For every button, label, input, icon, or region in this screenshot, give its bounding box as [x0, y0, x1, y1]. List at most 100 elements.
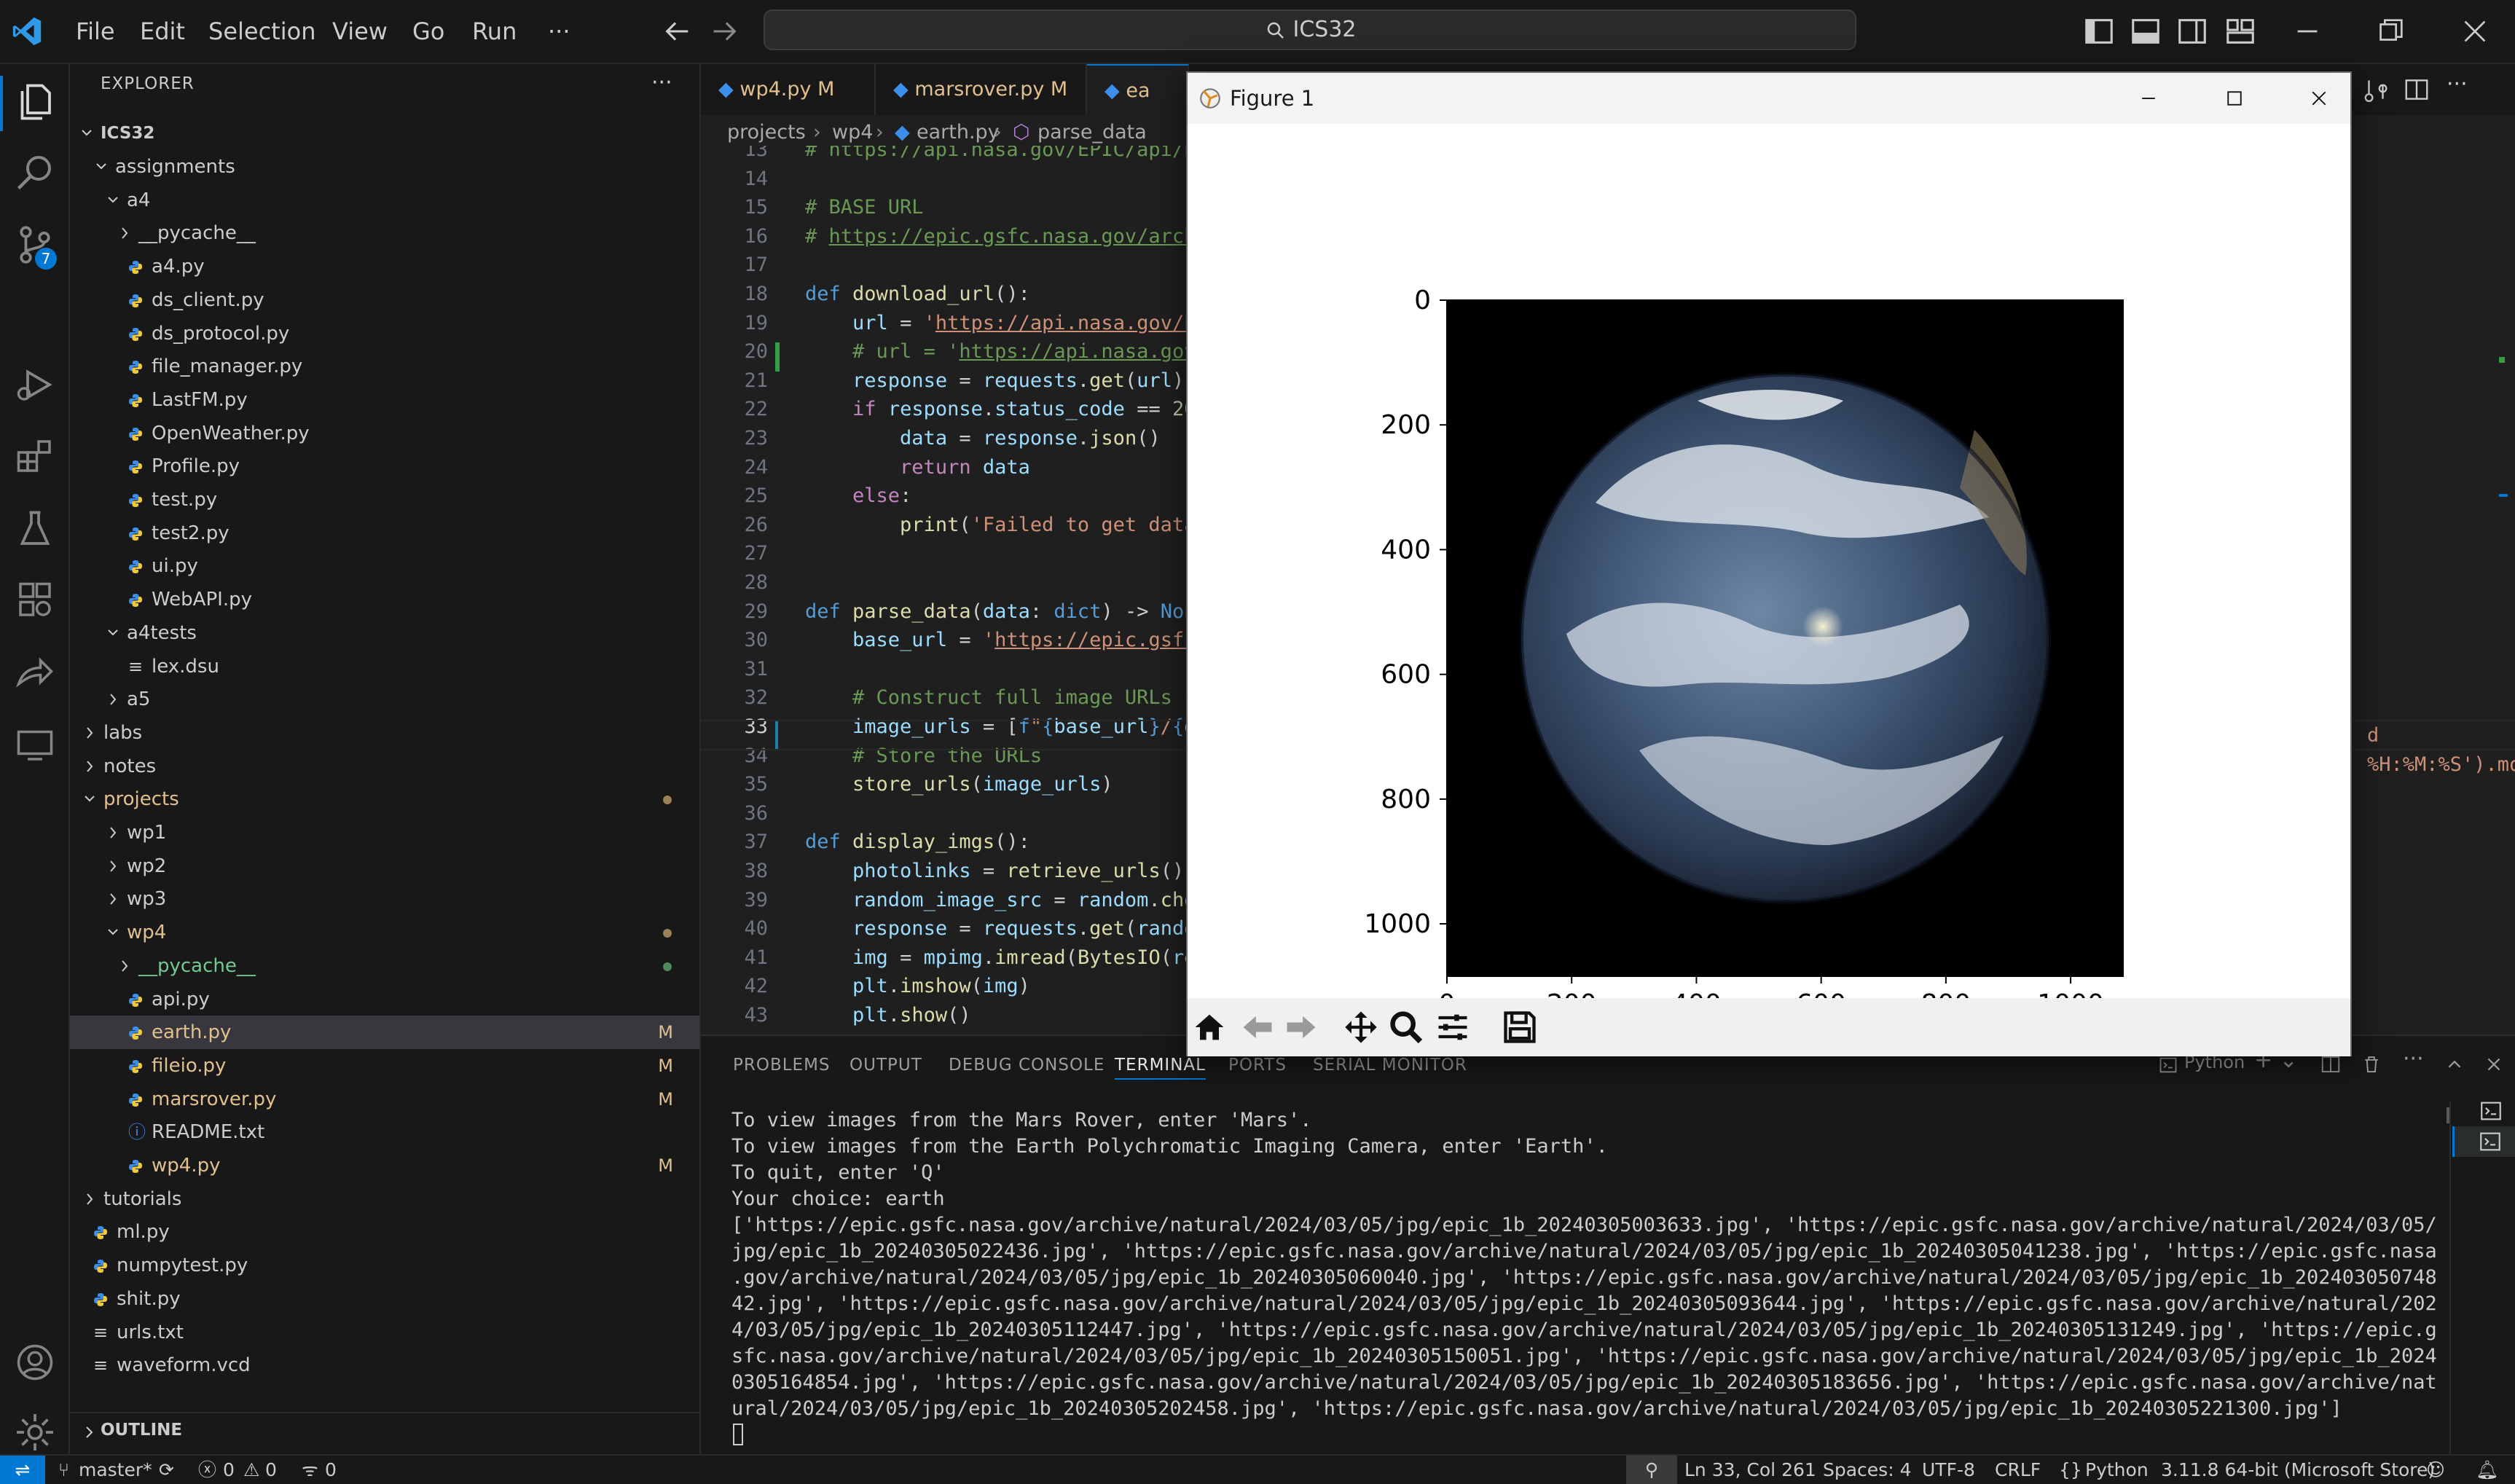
menu-edit[interactable]: Edit: [140, 0, 185, 63]
folder-item[interactable]: labs: [70, 716, 699, 750]
zoom-icon[interactable]: ⚲: [1626, 1456, 1677, 1484]
folder-item[interactable]: __pycache__: [70, 949, 699, 983]
tab-earth-py[interactable]: ◆ ea: [1087, 64, 1189, 115]
ports-count[interactable]: 0: [325, 1456, 337, 1484]
breadcrumb-wp4[interactable]: wp4: [832, 115, 873, 150]
file-item[interactable]: ≡ lex.dsu: [70, 650, 699, 683]
breadcrumb-symbol[interactable]: parse_data: [1037, 115, 1147, 150]
command-center-search[interactable]: ICS32: [764, 9, 1856, 50]
zoom-icon[interactable]: [1387, 1008, 1425, 1046]
file-item[interactable]: Profile.py: [70, 449, 699, 483]
copilot-icon[interactable]: ☺: [2426, 1456, 2445, 1484]
editor-more-button[interactable]: ···: [2447, 71, 2468, 97]
tab-output[interactable]: OUTPUT: [850, 1036, 922, 1094]
sync-icon[interactable]: ⟳: [159, 1456, 174, 1484]
python-interpreter[interactable]: 3.11.8 64-bit (Microsoft Store): [2161, 1456, 2435, 1484]
folder-item[interactable]: wp1: [70, 816, 699, 849]
open-changes-icon[interactable]: [2362, 76, 2390, 103]
menu-selection[interactable]: Selection: [208, 0, 315, 63]
menu-go[interactable]: Go: [412, 0, 444, 63]
terminal-instance-icon[interactable]: [2479, 1099, 2503, 1123]
figure-maximize-icon[interactable]: [2224, 87, 2245, 109]
toggle-panel-icon[interactable]: [2129, 15, 2162, 48]
language-mode[interactable]: Python: [2085, 1456, 2149, 1484]
terminal-instance-active[interactable]: [2452, 1126, 2515, 1157]
file-item[interactable]: ≡ waveform.vcd: [70, 1348, 699, 1382]
encoding[interactable]: UTF-8: [1922, 1456, 1975, 1484]
menu-file[interactable]: File: [76, 0, 115, 63]
run-debug-icon[interactable]: [13, 363, 57, 407]
manage-gear-icon[interactable]: [13, 1410, 57, 1454]
folder-item[interactable]: notes: [70, 750, 699, 783]
folder-item[interactable]: projects: [70, 782, 699, 816]
customize-layout-icon[interactable]: [2224, 15, 2257, 48]
folder-item[interactable]: a4: [70, 184, 699, 217]
trash-icon[interactable]: [2361, 1053, 2382, 1075]
git-branch[interactable]: master*: [79, 1456, 152, 1484]
split-editor-icon[interactable]: [2403, 76, 2430, 103]
menu-run[interactable]: Run: [472, 0, 517, 63]
file-item[interactable]: file_manager.py: [70, 350, 699, 383]
split-terminal-icon[interactable]: [2320, 1053, 2342, 1075]
warning-count[interactable]: 0: [265, 1456, 277, 1484]
outline-section-header[interactable]: OUTLINE: [101, 1421, 182, 1440]
configure-subplots-icon[interactable]: [1434, 1008, 1472, 1046]
file-item[interactable]: ds_client.py: [70, 283, 699, 317]
file-item[interactable]: OpenWeather.py: [70, 417, 699, 450]
remote-explorer-icon[interactable]: [13, 578, 57, 622]
restore-window-icon[interactable]: [2374, 15, 2407, 48]
file-item[interactable]: ≡ urls.txt: [70, 1316, 699, 1349]
file-item[interactable]: numpytest.py: [70, 1249, 699, 1282]
folder-item[interactable]: wp3: [70, 882, 699, 916]
tab-debug-console[interactable]: DEBUG CONSOLE: [949, 1036, 1105, 1094]
menu-view[interactable]: View: [332, 0, 388, 63]
folder-item[interactable]: __pycache__: [70, 216, 699, 250]
figure-close-icon[interactable]: [2308, 87, 2330, 109]
close-window-icon[interactable]: [2458, 15, 2492, 48]
breadcrumb-file[interactable]: earth.py: [917, 115, 1000, 150]
tab-wp4-py[interactable]: ◆ wp4.py M: [701, 64, 876, 115]
tab-problems[interactable]: PROBLEMS: [733, 1036, 831, 1094]
accounts-icon[interactable]: [13, 1340, 57, 1384]
extensions-icon[interactable]: [13, 434, 57, 478]
cursor-position[interactable]: Ln 33, Col 261: [1684, 1456, 1816, 1484]
back-arrow-icon[interactable]: [660, 15, 694, 48]
folder-item[interactable]: wp2: [70, 849, 699, 883]
file-item[interactable]: test2.py: [70, 517, 699, 550]
file-item[interactable]: earth.py M: [70, 1016, 699, 1050]
folder-item[interactable]: assignments: [70, 150, 699, 184]
folder-item[interactable]: tutorials: [70, 1182, 699, 1216]
explorer-icon[interactable]: [13, 80, 57, 124]
forward-icon[interactable]: [1282, 1008, 1320, 1046]
explorer-more-button[interactable]: ···: [651, 70, 672, 95]
menu-more[interactable]: ···: [548, 0, 570, 63]
panel-more-button[interactable]: ···: [2403, 1046, 2424, 1072]
close-panel-icon[interactable]: [2483, 1053, 2505, 1075]
tab-marsrover-py[interactable]: ◆ marsrover.py M: [876, 64, 1087, 115]
terminal-output[interactable]: To view images from the Mars Rover, ente…: [731, 1107, 2437, 1422]
file-item[interactable]: marsrover.py M: [70, 1083, 699, 1116]
toggle-secondary-sidebar-icon[interactable]: [2175, 15, 2209, 48]
file-item[interactable]: fileio.py M: [70, 1049, 699, 1083]
remote-window-icon[interactable]: [13, 723, 57, 766]
remote-indicator-icon[interactable]: ⇌: [0, 1456, 45, 1484]
folder-item[interactable]: wp4: [70, 916, 699, 949]
save-icon[interactable]: [1501, 1008, 1539, 1046]
file-item[interactable]: wp4.py M: [70, 1149, 699, 1182]
indentation[interactable]: Spaces: 4: [1823, 1456, 1911, 1484]
line-endings[interactable]: CRLF: [1995, 1456, 2041, 1484]
explorer-root-folder[interactable]: ICS32: [70, 117, 699, 150]
file-item[interactable]: a4.py: [70, 250, 699, 283]
breadcrumb-projects[interactable]: projects: [727, 115, 806, 150]
file-item[interactable]: api.py: [70, 983, 699, 1016]
file-item[interactable]: test.py: [70, 483, 699, 517]
back-icon[interactable]: [1239, 1008, 1276, 1046]
figure-minimize-icon[interactable]: [2138, 87, 2159, 109]
file-item[interactable]: shit.py: [70, 1282, 699, 1316]
file-item[interactable]: ui.py: [70, 549, 699, 583]
home-icon[interactable]: [1190, 1008, 1228, 1046]
toggle-sidebar-icon[interactable]: [2082, 15, 2116, 48]
maximize-panel-icon[interactable]: [2444, 1053, 2465, 1075]
forward-arrow-icon[interactable]: [708, 15, 742, 48]
live-share-icon[interactable]: [13, 651, 57, 695]
